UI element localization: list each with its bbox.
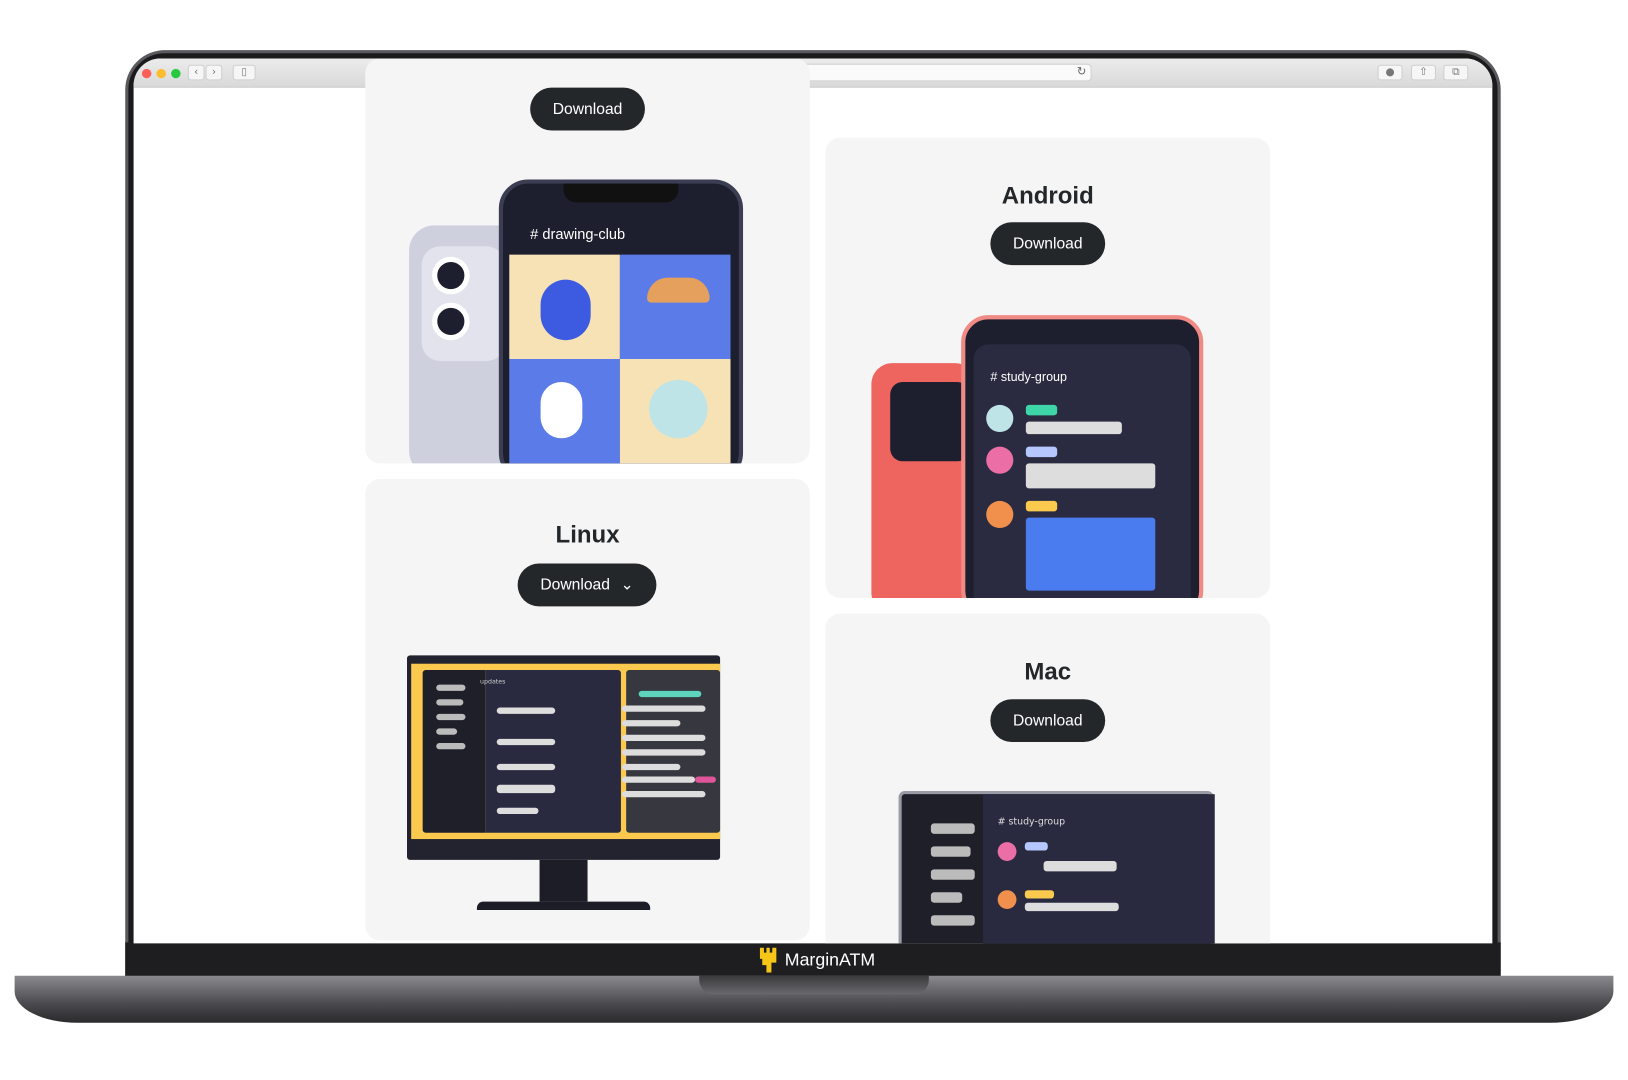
- iphone-illustration: # drawing-club: [498, 179, 744, 464]
- android-card: Android Download # study-group: [825, 137, 1271, 598]
- tower-logo-icon: [759, 947, 777, 973]
- macbook-illustration: # study-group: [898, 791, 1215, 944]
- linux-card: Linux Download ⌄ updates: [365, 479, 810, 941]
- mac-download-button[interactable]: Download: [990, 699, 1106, 742]
- laptop-notch: [699, 975, 929, 995]
- back-button[interactable]: ‹: [187, 64, 205, 81]
- sidebar-icon[interactable]: ▯: [232, 64, 256, 81]
- android-channel-name: # study-group: [990, 369, 1067, 385]
- reload-icon[interactable]: ↻: [1077, 65, 1087, 79]
- android-title: Android: [1001, 181, 1094, 209]
- close-window-button[interactable]: [141, 68, 152, 79]
- monitor-illustration: updates: [407, 655, 721, 911]
- ios-card: Download # drawing-club: [365, 58, 810, 464]
- maximize-window-button[interactable]: [171, 68, 181, 79]
- chevron-down-icon: ⌄: [620, 576, 634, 594]
- browser-window: ‹ › ▯ ↻ ● ⇧ ⧉ Download # drawing-club Li…: [133, 58, 1493, 944]
- tabs-icon[interactable]: ⧉: [1443, 64, 1469, 81]
- android-download-button[interactable]: Download: [990, 222, 1106, 266]
- mac-card: Mac Download # study-group: [825, 613, 1271, 944]
- watermark: MarginATM: [759, 947, 896, 974]
- android-phone-illustration: # study-group: [961, 315, 1204, 598]
- android-back-illustration: [871, 363, 976, 598]
- linux-channel-name: updates: [480, 678, 506, 686]
- ios-download-button[interactable]: Download: [530, 87, 645, 131]
- mac-channel-name: # study-group: [997, 817, 1066, 828]
- linux-download-dropdown[interactable]: Download ⌄: [517, 563, 657, 607]
- forward-button[interactable]: ›: [205, 64, 223, 81]
- watermark-text: MarginATM: [784, 949, 876, 970]
- download-icon[interactable]: ●: [1377, 64, 1403, 81]
- browser-toolbar: ‹ › ▯ ↻ ● ⇧ ⧉: [133, 58, 1493, 88]
- linux-download-label: Download: [540, 576, 610, 594]
- channel-name: # drawing-club: [530, 225, 626, 243]
- minimize-window-button[interactable]: [156, 68, 166, 79]
- linux-title: Linux: [555, 520, 620, 548]
- share-icon[interactable]: ⇧: [1410, 64, 1436, 81]
- mac-title: Mac: [1024, 657, 1072, 685]
